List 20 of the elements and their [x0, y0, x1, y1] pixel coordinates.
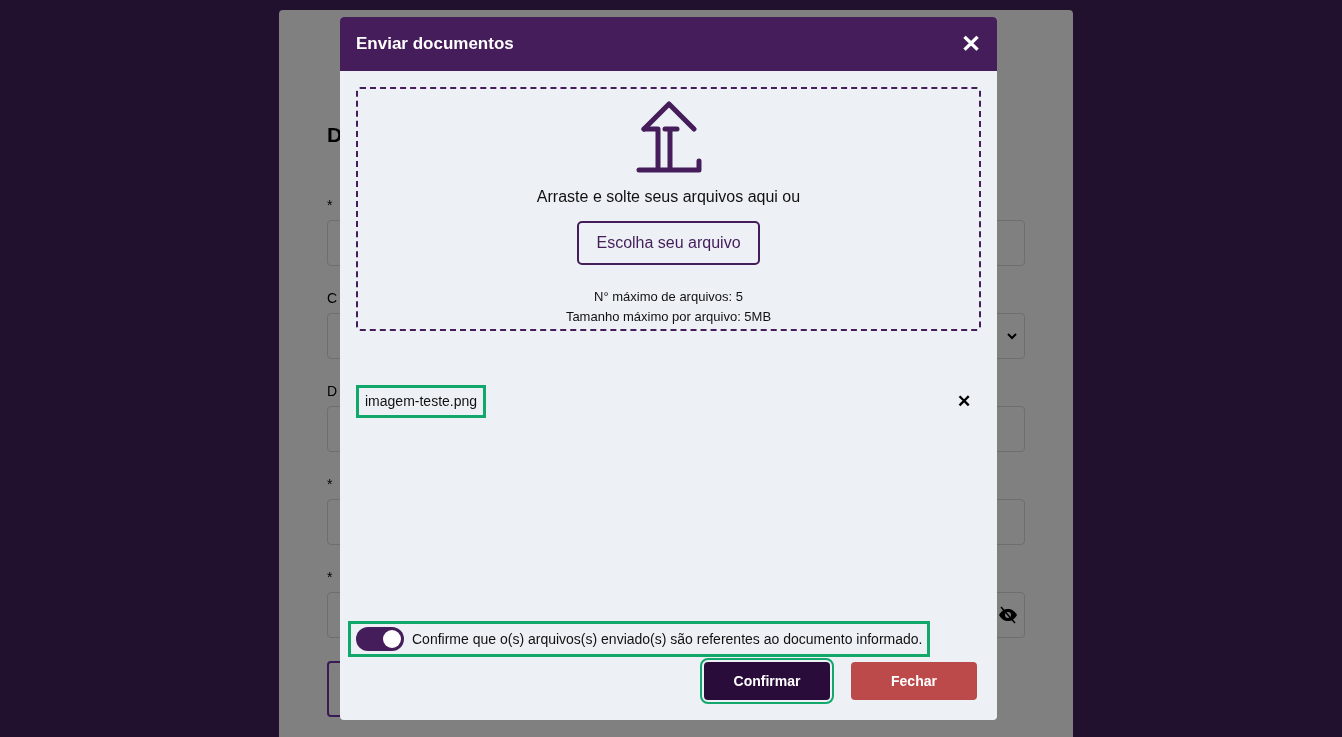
- field-label: *: [327, 475, 333, 493]
- dropzone[interactable]: Arraste e solte seus arquivos aqui ou Escolha seu arquivo N° máximo de arquivos: 5 Tamanho máximo por arquivo: 5MB: [356, 87, 981, 331]
- choose-file-button[interactable]: Escolha seu arquivo: [577, 221, 760, 265]
- eye-slash-icon[interactable]: [998, 606, 1018, 624]
- field-label: C: [327, 289, 338, 307]
- limit-text: N° máximo de arquivos: 5: [594, 289, 743, 305]
- close-button[interactable]: ✕: [961, 32, 981, 56]
- limit-text: Tamanho máximo por arquivo: 5MB: [565, 309, 772, 325]
- confirmation-text: Confirme que o(s) arquivos(s) enviado(s) são referentes ao documento informado.: [412, 629, 923, 649]
- chevron-down-icon: [1006, 332, 1018, 340]
- field-label: *: [327, 568, 333, 586]
- file-name: imagem-teste.png: [356, 385, 487, 418]
- upload-arrow-icon: [635, 101, 702, 173]
- dialog-title: Enviar documentos: [356, 33, 514, 56]
- drop-prompt: Arraste e solte seus arquivos aqui ou: [536, 187, 801, 207]
- toggle-switch[interactable]: [356, 627, 404, 651]
- field-label: D: [327, 382, 338, 400]
- field-label: *: [327, 196, 333, 214]
- remove-file-button[interactable]: ✕: [957, 388, 971, 415]
- close-dialog-button[interactable]: Fechar: [851, 662, 977, 700]
